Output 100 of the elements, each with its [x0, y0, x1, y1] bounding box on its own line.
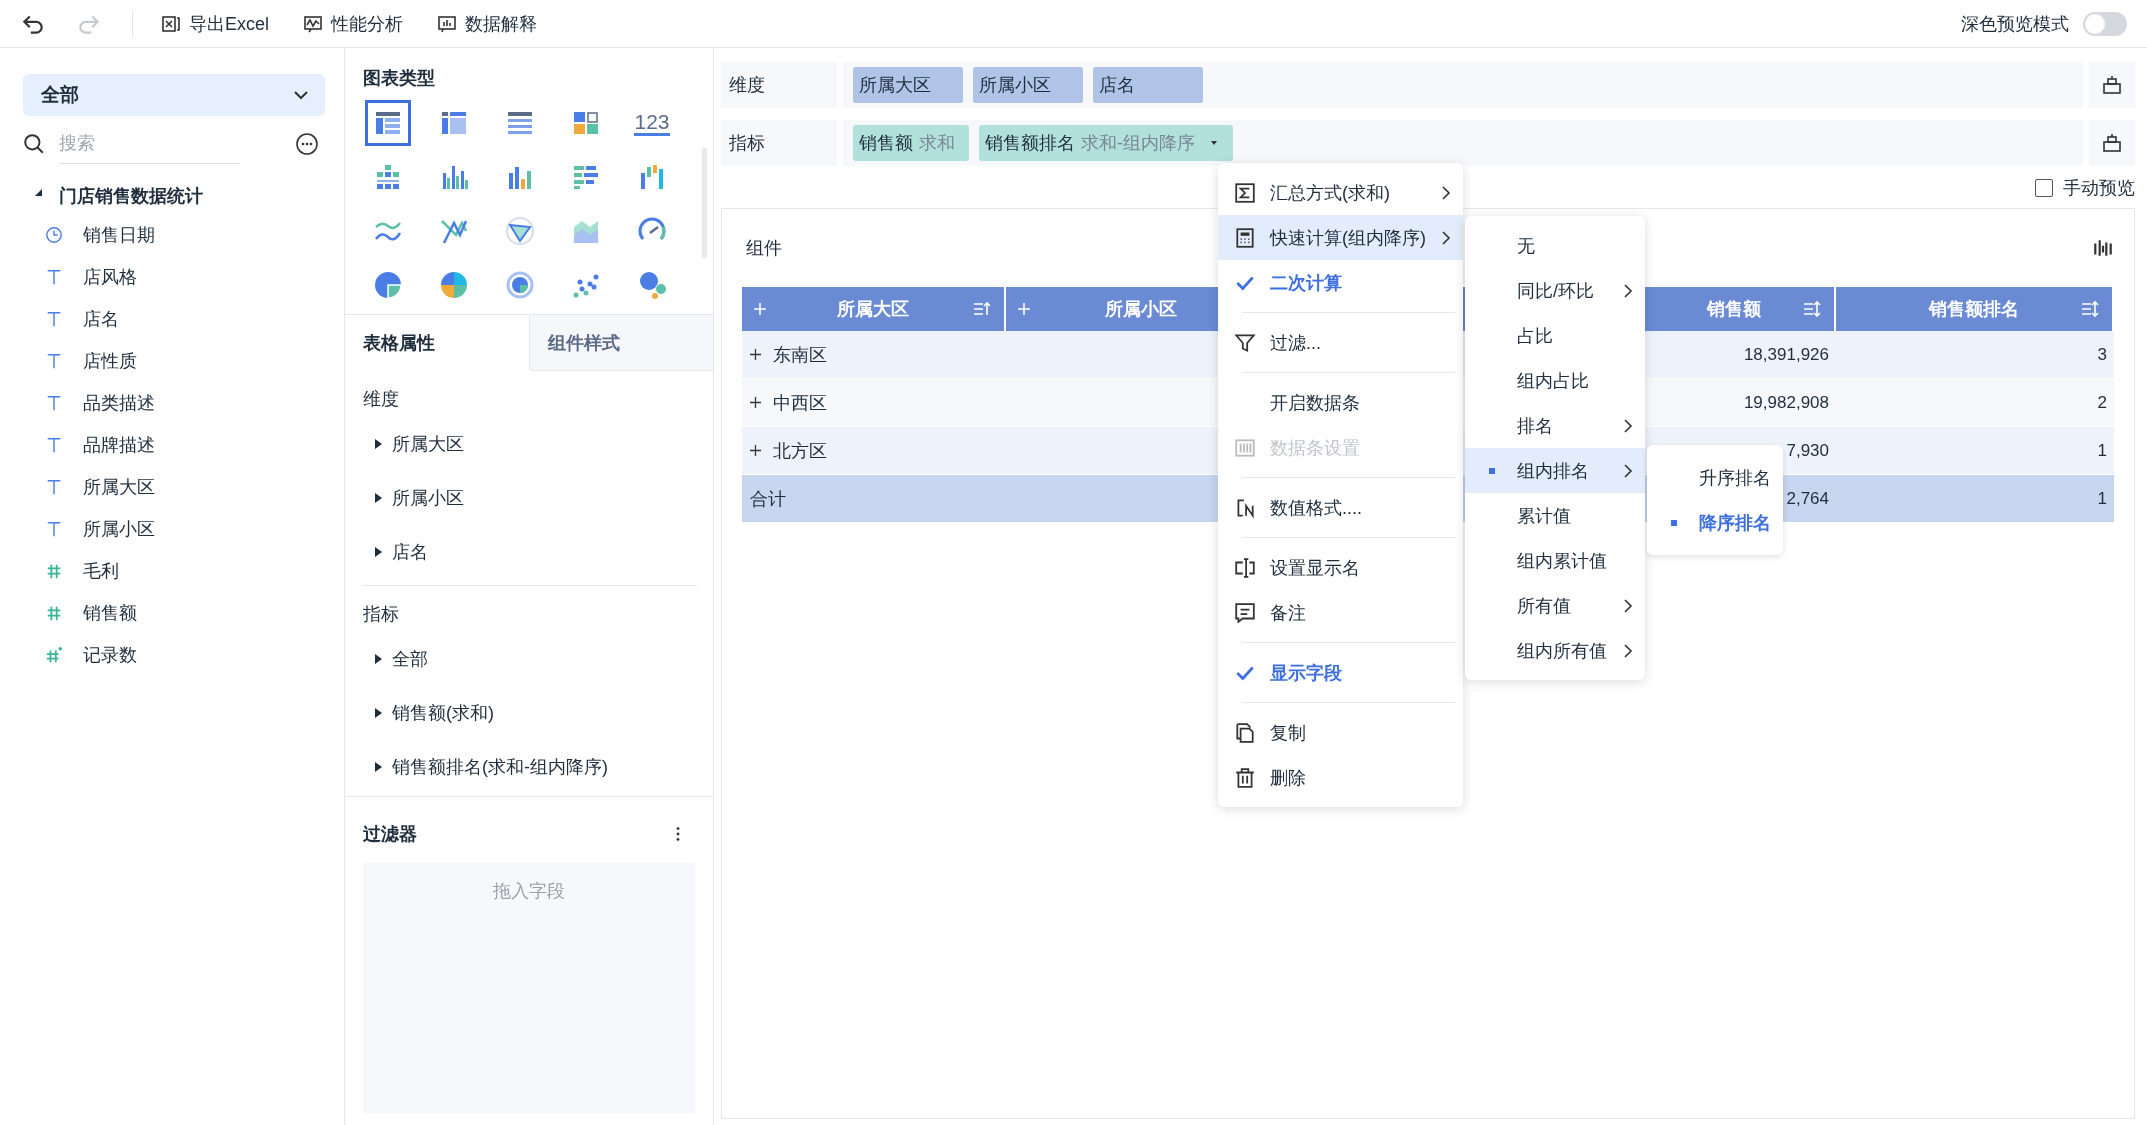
- cell-text: 东南区: [773, 343, 827, 367]
- field-item[interactable]: 店性质: [23, 340, 324, 382]
- text-type-icon: [45, 310, 63, 328]
- panel-tab[interactable]: 组件样式: [528, 315, 713, 371]
- field-item[interactable]: 销售日期: [23, 214, 324, 256]
- shelf-label: 指标: [721, 120, 837, 166]
- table-cell: 1: [1836, 475, 2114, 523]
- comment-icon: [1234, 601, 1256, 624]
- menu-item[interactable]: 组内所有值: [1465, 628, 1645, 673]
- menu-item[interactable]: 所有值: [1465, 583, 1645, 628]
- section-title: 维度: [363, 388, 400, 411]
- chevron-right-icon: [1441, 184, 1451, 201]
- menu-item[interactable]: 过滤...: [1218, 320, 1463, 365]
- column-label: 所属大区: [837, 298, 909, 321]
- data-bar-icon: [1234, 436, 1256, 459]
- menu-item[interactable]: 组内排名: [1465, 448, 1645, 493]
- field-item[interactable]: 品类描述: [23, 382, 324, 424]
- checkbox-box[interactable]: [2035, 179, 2053, 197]
- menu-item[interactable]: 无: [1465, 223, 1645, 268]
- copy-icon: [1234, 721, 1256, 744]
- property-item[interactable]: 所属小区: [363, 471, 697, 525]
- property-item[interactable]: 店名: [363, 525, 697, 579]
- number-type-icon: [45, 562, 63, 580]
- sort-icon[interactable]: [1802, 299, 1822, 319]
- column-label: 销售额排名: [1929, 298, 2019, 321]
- chart-type-option[interactable]: 123: [629, 100, 675, 146]
- field-item[interactable]: 销售额: [23, 592, 324, 634]
- chevron-right-icon: [1623, 642, 1633, 659]
- cell-text: 北方区: [773, 439, 827, 463]
- sort-icon[interactable]: [2080, 299, 2100, 319]
- shelf-label: 维度: [721, 62, 837, 108]
- dark-mode-label: 深色预览模式: [1961, 12, 2069, 36]
- field-item[interactable]: 所属小区: [23, 508, 324, 550]
- shelf-drop-area[interactable]: 销售额 求和 销售额排名 求和-组内降序: [843, 120, 2083, 166]
- caret-icon: [375, 493, 382, 503]
- field-item[interactable]: 记录数: [23, 634, 324, 676]
- property-label: 所属小区: [392, 487, 464, 510]
- filter-title: 过滤器: [363, 823, 417, 846]
- menu-item[interactable]: 快速计算(组内降序): [1218, 215, 1463, 260]
- field-item[interactable]: 品牌描述: [23, 424, 324, 466]
- menu-item[interactable]: 复制: [1218, 710, 1463, 755]
- menu-item[interactable]: 备注: [1218, 590, 1463, 635]
- property-label: 销售额排名(求和-组内降序): [392, 756, 608, 779]
- search-icon[interactable]: [23, 133, 45, 155]
- text-type-icon: [45, 352, 63, 370]
- component-title: 组件: [746, 237, 782, 260]
- property-item[interactable]: 全部: [363, 632, 697, 686]
- caret-icon: [375, 439, 382, 449]
- excel-icon: [161, 13, 181, 34]
- toolbar-button[interactable]: 性能分析: [293, 7, 413, 40]
- field-item[interactable]: 店名: [23, 298, 324, 340]
- plus-icon[interactable]: [750, 397, 761, 408]
- chevron-right-icon: [1623, 417, 1633, 434]
- pill-aggregation: 求和-组内降序: [1081, 132, 1195, 155]
- dark-mode-toggle[interactable]: [2083, 11, 2127, 36]
- table-cell: 1: [1836, 427, 2114, 475]
- property-label: 全部: [392, 648, 428, 671]
- menu-item[interactable]: 二次计算: [1218, 260, 1463, 305]
- bar-chart-icon[interactable]: [2092, 237, 2114, 259]
- manual-preview-checkbox[interactable]: 手动预览: [2035, 176, 2135, 200]
- field-item[interactable]: 店风格: [23, 256, 324, 298]
- more-icon[interactable]: [675, 825, 681, 843]
- more-icon[interactable]: [295, 132, 319, 156]
- chart-monitor-icon: [303, 13, 323, 34]
- field-item[interactable]: 毛利: [23, 550, 324, 592]
- field-pill[interactable]: 销售额排名 求和-组内降序: [979, 125, 1233, 161]
- text-type-icon: [45, 394, 63, 412]
- menu-item[interactable]: 显示字段: [1218, 650, 1463, 695]
- section-title: 指标: [363, 603, 400, 626]
- chart-types-title: 图表类型: [363, 67, 436, 90]
- caret-icon: [375, 654, 382, 664]
- field-pill[interactable]: 所属小区: [973, 67, 1083, 103]
- field-pill[interactable]: 店名: [1093, 67, 1203, 103]
- menu-item[interactable]: 汇总方式(求和): [1218, 170, 1463, 215]
- pill-name: 所属小区: [979, 74, 1051, 97]
- field-item[interactable]: 所属大区: [23, 466, 324, 508]
- menu-item[interactable]: 数值格式....: [1218, 485, 1463, 530]
- caret-icon: [375, 708, 382, 718]
- menu-item[interactable]: 组内累计值: [1465, 538, 1645, 583]
- toolbar-button[interactable]: 数据解释: [427, 7, 547, 40]
- table-cell: 3: [1836, 331, 2114, 379]
- chevron-right-icon: [1623, 282, 1633, 299]
- property-item[interactable]: 销售额(求和): [363, 686, 697, 740]
- plus-icon[interactable]: [750, 349, 761, 360]
- field-pill[interactable]: 所属大区: [853, 67, 963, 103]
- chart-type-option[interactable]: [365, 100, 411, 146]
- property-item[interactable]: 销售额排名(求和-组内降序): [363, 740, 697, 794]
- plus-icon[interactable]: [750, 445, 761, 456]
- chevron-right-icon: [1441, 229, 1451, 246]
- menu-item[interactable]: 删除: [1218, 755, 1463, 800]
- bullet-icon: [1489, 467, 1495, 474]
- field-pill[interactable]: 销售额 求和: [853, 125, 969, 161]
- chevron-right-icon: [1623, 597, 1633, 614]
- pill-name: 所属大区: [859, 74, 931, 97]
- shelf-drop-area[interactable]: 所属大区 所属小区 店名: [843, 62, 2083, 108]
- scope-dropdown[interactable]: 全部: [23, 74, 325, 116]
- menu-item[interactable]: 设置显示名: [1218, 545, 1463, 590]
- toolbar-button[interactable]: 导出Excel: [151, 7, 279, 40]
- property-item[interactable]: 所属大区: [363, 417, 697, 471]
- dataset-node[interactable]: 门店销售数据统计: [37, 184, 324, 208]
